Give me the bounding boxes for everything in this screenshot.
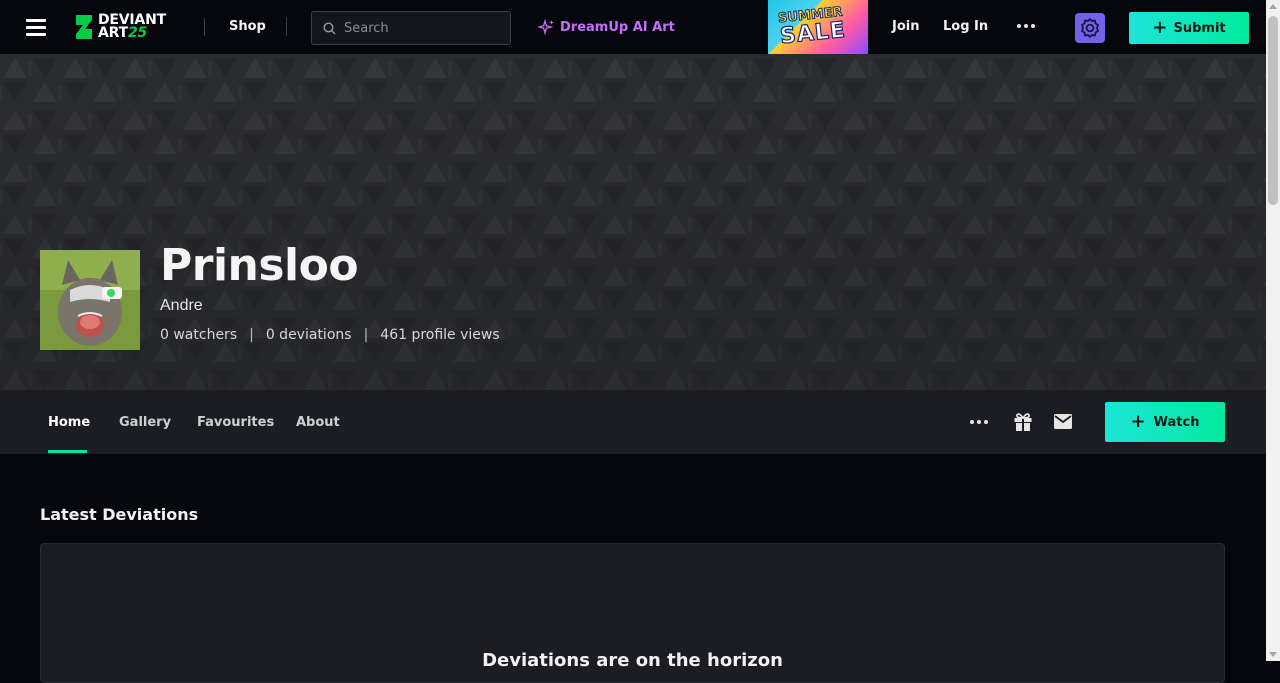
- latest-deviations-heading: Latest Deviations: [40, 505, 199, 524]
- profile-real-name: Andre: [160, 297, 203, 314]
- submit-label: Submit: [1173, 20, 1226, 36]
- dreamup-ai-art-link[interactable]: DreamUp AI Art: [538, 19, 675, 36]
- stat-separator: |: [363, 327, 369, 343]
- watchers-count[interactable]: 0 watchers: [160, 327, 237, 343]
- active-tab-indicator: [48, 450, 87, 453]
- logo-year: 25: [127, 25, 148, 41]
- tab-gallery[interactable]: Gallery: [119, 415, 171, 430]
- hamburger-menu-icon[interactable]: [26, 19, 46, 36]
- log-in-link[interactable]: Log In: [943, 19, 988, 34]
- watch-button[interactable]: + Watch: [1105, 402, 1225, 442]
- search-box[interactable]: [311, 11, 511, 45]
- profile-cover: Prinsloo Andre 0 watchers | 0 deviations…: [0, 54, 1266, 390]
- mail-icon[interactable]: [1054, 414, 1072, 429]
- profile-views-count: 461 profile views: [380, 327, 500, 343]
- watch-label: Watch: [1153, 414, 1200, 430]
- latest-deviations-panel: Deviations are on the horizon: [40, 543, 1225, 683]
- scroll-up-arrow-icon[interactable]: [1269, 4, 1277, 9]
- scroll-down-arrow-icon[interactable]: [1269, 652, 1277, 657]
- deviantart-logo[interactable]: DEVIANT ART25: [74, 11, 166, 43]
- profile-stats: 0 watchers | 0 deviations | 461 profile …: [160, 327, 500, 343]
- search-input[interactable]: [344, 20, 494, 36]
- avatar-cat-image: [40, 250, 140, 350]
- gear-badge-icon: [1080, 17, 1100, 39]
- avatar[interactable]: [40, 250, 140, 350]
- join-link[interactable]: Join: [892, 19, 919, 34]
- plus-icon: +: [1152, 17, 1168, 38]
- core-badge-icon[interactable]: [1075, 13, 1105, 43]
- tab-about[interactable]: About: [296, 415, 340, 430]
- deviations-count[interactable]: 0 deviations: [266, 327, 352, 343]
- logo-wordmark: DEVIANT ART25: [98, 13, 166, 41]
- gift-icon[interactable]: [1013, 412, 1033, 432]
- stat-separator: |: [249, 327, 254, 343]
- scrollbar-thumb[interactable]: [1268, 16, 1278, 205]
- profile-tabs-bar: Home Gallery Favourites About + Watch: [0, 390, 1266, 454]
- logo-line-2: ART: [98, 25, 128, 41]
- plus-icon: +: [1130, 411, 1146, 432]
- page-scrollbar[interactable]: [1266, 0, 1280, 661]
- nav-divider: [204, 18, 205, 36]
- dreamup-label: DreamUp AI Art: [560, 20, 675, 35]
- tab-home[interactable]: Home: [48, 415, 90, 430]
- profile-username: Prinsloo: [160, 240, 359, 291]
- shop-link[interactable]: Shop: [229, 19, 266, 34]
- more-dots-icon[interactable]: [970, 420, 988, 424]
- more-dots-icon[interactable]: [1017, 24, 1035, 28]
- deviantart-logo-icon: [76, 15, 92, 39]
- nav-divider: [286, 18, 287, 36]
- sale-line-2: SALE: [778, 17, 848, 50]
- submit-button[interactable]: + Submit: [1129, 12, 1249, 44]
- summer-sale-banner[interactable]: SUMMER SALE: [768, 0, 868, 54]
- search-icon: [323, 21, 336, 34]
- sparkle-icon: [538, 19, 554, 36]
- tab-favourites[interactable]: Favourites: [197, 415, 274, 430]
- top-navigation-bar: DEVIANT ART25 Shop DreamUp AI Art SUMMER…: [0, 0, 1266, 54]
